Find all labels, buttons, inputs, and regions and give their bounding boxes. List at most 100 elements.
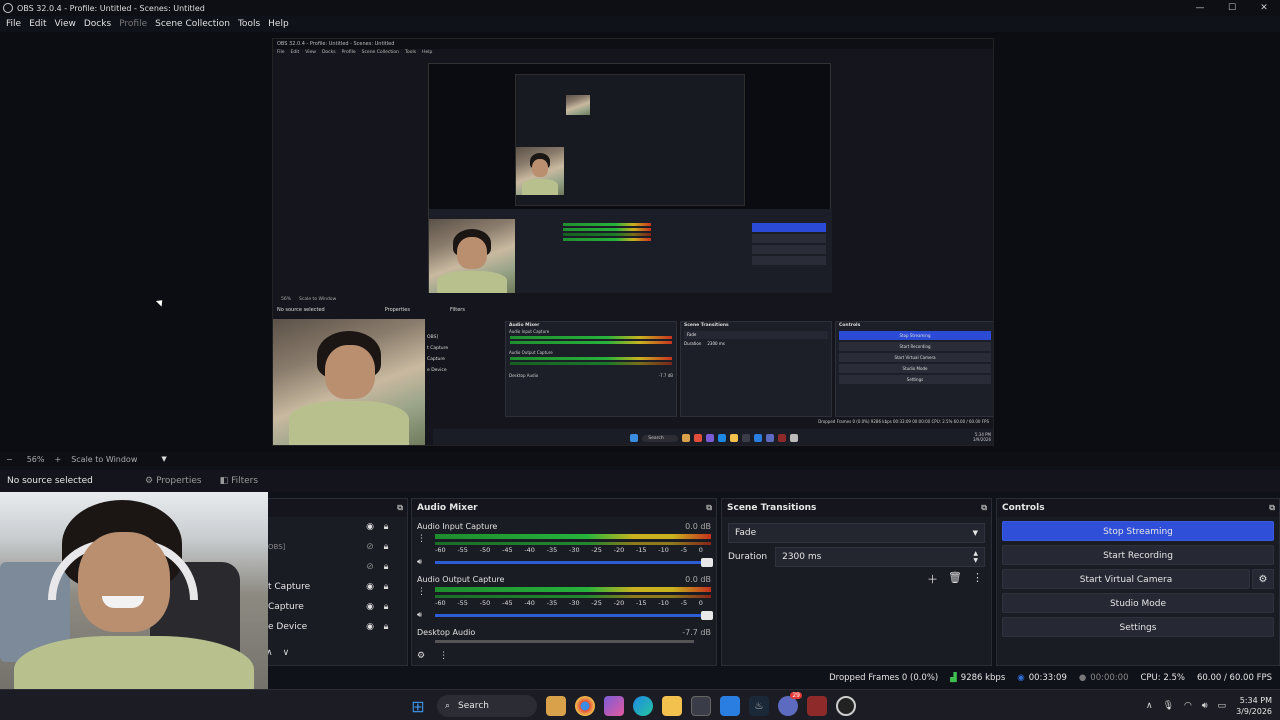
transition-select[interactable]: Fade ▼: [728, 523, 985, 543]
maximize-button[interactable]: ☐: [1216, 0, 1248, 16]
stop-streaming-button[interactable]: Stop Streaming: [1002, 521, 1274, 541]
zoom-in-button[interactable]: +: [54, 455, 61, 464]
advanced-audio-icon[interactable]: ⚙: [417, 651, 425, 661]
dock-float-icon[interactable]: ⧉: [1269, 503, 1275, 513]
nested-webcam-mid: [429, 219, 515, 293]
obs-taskbar-icon[interactable]: [836, 696, 856, 716]
wifi-icon[interactable]: ◠: [1184, 701, 1192, 711]
source-row[interactable]: Capture ◉ 🔒︎: [268, 598, 392, 616]
spin-arrows-icon[interactable]: ▲ ▼: [973, 550, 978, 564]
store-icon[interactable]: [691, 696, 711, 716]
more-options-icon[interactable]: ⋮: [439, 651, 448, 661]
close-button[interactable]: ✕: [1248, 0, 1280, 16]
delete-transition-button[interactable]: 🗑︎: [948, 571, 962, 587]
lock-icon[interactable]: 🔒︎: [380, 562, 392, 572]
zoom-level: 56%: [26, 454, 45, 464]
menu-docks[interactable]: Docks: [80, 19, 115, 29]
chevron-up-icon[interactable]: ∧: [1146, 701, 1153, 711]
chrome-icon[interactable]: [575, 696, 595, 716]
app-red-icon[interactable]: [807, 696, 827, 716]
menu-file[interactable]: File: [2, 19, 25, 29]
lock-icon[interactable]: 🔒︎: [380, 582, 392, 592]
clock-time: 5:34 PM: [1239, 696, 1272, 705]
system-tray: ∧ 🎙︎ ◠ 🔊︎ ▭ 5:34 PM 3/9/2026: [1146, 694, 1272, 718]
start-virtual-camera-button[interactable]: Start Virtual Camera: [1002, 569, 1250, 589]
more-options-icon[interactable]: ⋮: [417, 534, 435, 544]
source-row[interactable]: OBS] ⊘ 🔒︎: [268, 538, 392, 556]
file-explorer-widget-icon[interactable]: [546, 696, 566, 716]
eye-icon[interactable]: ◉: [364, 602, 376, 612]
volume-slider[interactable]: [435, 557, 713, 567]
volume-icon[interactable]: 🔊︎: [1202, 701, 1208, 711]
audio-mixer-title: Audio Mixer: [417, 503, 478, 513]
lock-icon[interactable]: 🔒︎: [380, 542, 392, 552]
source-row[interactable]: ◉ 🔒︎: [268, 518, 392, 536]
steam-icon[interactable]: ♨: [749, 696, 769, 716]
nested-no-source: No source selected: [277, 307, 325, 313]
microphone-icon[interactable]: 🎙︎: [1163, 701, 1174, 711]
menu-scene-collection[interactable]: Scene Collection: [151, 19, 234, 29]
chevron-down-icon[interactable]: ▼: [161, 455, 166, 463]
source-row[interactable]: t Capture ◉ 🔒︎: [268, 578, 392, 596]
copilot-icon[interactable]: [604, 696, 624, 716]
nested-audio-output: Audio Output Capture: [509, 350, 553, 355]
dock-float-icon[interactable]: ⧉: [981, 503, 987, 513]
taskbar-search[interactable]: ⌕ Search: [437, 695, 537, 717]
start-recording-button[interactable]: Start Recording: [1002, 545, 1274, 565]
properties-button[interactable]: ⚙ Properties: [145, 476, 202, 486]
minimize-button[interactable]: —: [1184, 0, 1216, 16]
more-options-icon[interactable]: ⋮: [417, 587, 435, 597]
nested-start-recording: Start Recording: [839, 342, 991, 351]
speaker-icon[interactable]: 🔊︎: [417, 557, 431, 567]
nested-source-row: Capture: [427, 357, 445, 362]
nested-obs-capture: OBS 32.0.4 - Profile: Untitled - Scenes:…: [272, 38, 994, 446]
clock[interactable]: 5:34 PM 3/9/2026: [1236, 695, 1272, 717]
source-row[interactable]: e Device ◉ 🔒︎: [268, 618, 392, 636]
edge-icon[interactable]: [633, 696, 653, 716]
filter-icon: ◧: [219, 476, 229, 486]
windows-start-icon[interactable]: ⊞: [408, 696, 428, 716]
lock-icon[interactable]: 🔒︎: [380, 522, 392, 532]
menu-profile[interactable]: Profile: [115, 19, 151, 29]
filters-button[interactable]: ◧ Filters: [220, 476, 259, 486]
folder-icon[interactable]: [662, 696, 682, 716]
source-label: e Device: [268, 622, 308, 632]
nested-properties: Properties: [384, 307, 410, 313]
lock-icon[interactable]: 🔒︎: [380, 602, 392, 612]
search-icon: ⌕: [445, 701, 451, 711]
studio-mode-button[interactable]: Studio Mode: [1002, 593, 1274, 613]
source-toolbar: No source selected ⚙ Properties ◧ Filters: [0, 470, 1280, 492]
mail-icon[interactable]: [720, 696, 740, 716]
source-row[interactable]: ⊘ 🔒︎: [268, 558, 392, 576]
dock-float-icon[interactable]: ⧉: [397, 503, 403, 513]
add-transition-button[interactable]: ＋: [927, 571, 938, 587]
volume-slider[interactable]: [435, 610, 713, 620]
chevron-down-icon: ▼: [972, 529, 978, 537]
menu-view[interactable]: View: [51, 19, 80, 29]
zoom-out-button[interactable]: −: [6, 455, 13, 464]
eye-icon[interactable]: ◉: [364, 622, 376, 632]
taskbar: ⊞ ⌕ Search ♨ 29 ∧ 🎙︎ ◠ 🔊︎ ▭ 5:34 PM 3/9/2…: [0, 689, 1280, 720]
discord-icon[interactable]: 29: [778, 692, 802, 716]
eye-icon[interactable]: ◉: [364, 582, 376, 592]
settings-button[interactable]: Settings: [1002, 617, 1274, 637]
dock-float-icon[interactable]: ⧉: [706, 503, 712, 513]
menu-edit[interactable]: Edit: [25, 19, 50, 29]
lock-icon[interactable]: 🔒︎: [380, 622, 392, 632]
battery-icon[interactable]: ▭: [1218, 701, 1227, 711]
eye-hidden-icon[interactable]: ⊘: [364, 542, 376, 552]
nested-menu-item: View: [305, 50, 316, 55]
scale-mode[interactable]: Scale to Window: [71, 455, 137, 464]
menu-bar: File Edit View Docks Profile Scene Colle…: [0, 16, 1280, 32]
menu-tools[interactable]: Tools: [234, 19, 264, 29]
speaker-icon[interactable]: 🔊︎: [417, 610, 431, 620]
virtual-camera-settings-icon[interactable]: ⚙: [1252, 569, 1274, 589]
meter-ticks: -60 -55 -50 -45 -40 -35 -30 -25 -20 -15 -10 -5 0: [435, 599, 703, 607]
eye-hidden-icon[interactable]: ⊘: [364, 562, 376, 572]
menu-help[interactable]: Help: [264, 19, 293, 29]
duration-spinbox[interactable]: 2300 ms ▲ ▼: [775, 547, 985, 567]
more-options-icon[interactable]: ⋮: [972, 571, 983, 587]
move-down-icon[interactable]: ∨: [283, 648, 290, 658]
eye-icon[interactable]: ◉: [364, 522, 376, 532]
meter-ticks: -60 -55 -50 -45 -40 -35 -30 -25 -20 -15 -10 -5 0: [435, 546, 703, 554]
